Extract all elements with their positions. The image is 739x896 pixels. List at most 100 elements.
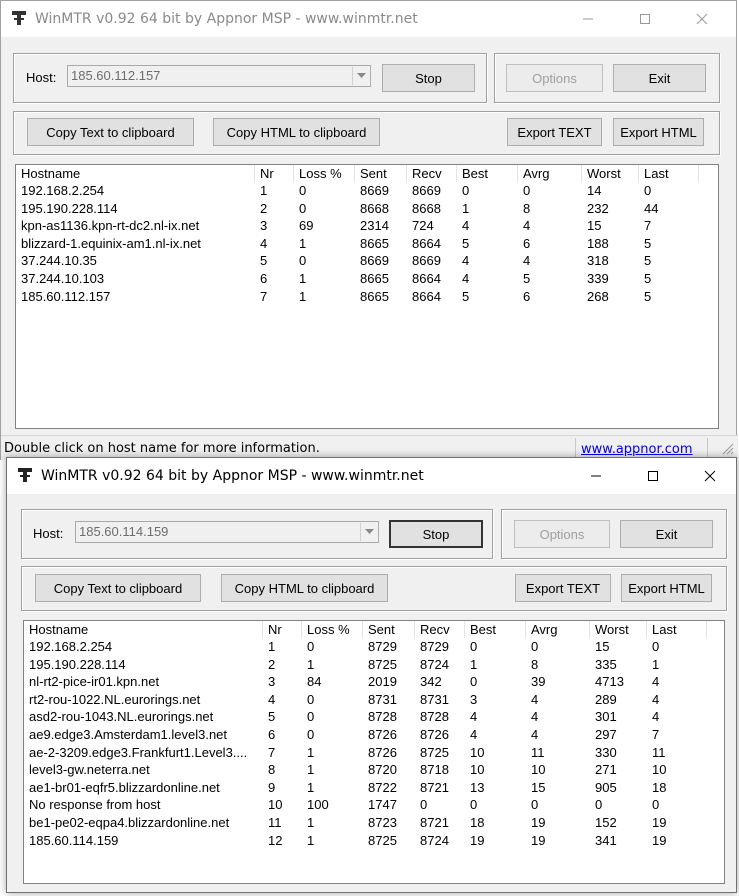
column-header-avrg[interactable]: Avrg (518, 165, 582, 182)
cell-nr: 5 (268, 709, 276, 725)
cell-hostname: 37.244.10.35 (21, 253, 97, 269)
cell-nr: 4 (260, 235, 268, 251)
column-header-nr[interactable]: Nr (255, 165, 294, 182)
table-row[interactable]: 192.168.2.254 1 0 8729 8729 0 0 15 0 (24, 638, 724, 656)
minimize-button[interactable] (565, 1, 611, 37)
cell-loss: 1 (299, 288, 307, 304)
exit-button[interactable]: Exit (620, 520, 713, 548)
cell-sent: 8728 (368, 709, 397, 725)
column-header-recv[interactable]: Recv (407, 165, 457, 182)
table-body: 192.168.2.254 1 0 8669 8669 0 0 14 0 195.190.228.… (16, 182, 718, 305)
cell-best: 4 (462, 270, 470, 286)
column-header-last[interactable]: Last (647, 621, 707, 638)
cell-best: 13 (470, 779, 485, 795)
cell-last: 5 (644, 288, 652, 304)
copy-text-button[interactable]: Copy Text to clipboard (27, 118, 194, 146)
table-row[interactable]: ae-2-3209.edge3.Frankfurt1.Level3.... 7 1 8… (24, 744, 724, 762)
cell-loss: 0 (299, 200, 307, 216)
column-header-sent[interactable]: Sent (363, 621, 415, 638)
column-header-best[interactable]: Best (457, 165, 518, 182)
host-input[interactable]: 185.60.114.159 (75, 521, 379, 543)
cell-hostname: 192.168.2.254 (21, 183, 105, 198)
column-header-loss[interactable]: Loss % (294, 165, 355, 182)
maximize-button[interactable] (622, 1, 668, 37)
table-row[interactable]: 192.168.2.254 1 0 8669 8669 0 0 14 0 (16, 182, 718, 200)
export-html-button[interactable]: Export HTML (621, 574, 712, 602)
table-row[interactable]: blizzard-1.equinix-am1.nl-ix.net 4 1 8665 86… (16, 235, 718, 253)
minimize-button[interactable] (573, 458, 619, 494)
column-header-worst[interactable]: Worst (582, 165, 639, 182)
title-bar[interactable]: WinMTR v0.92 64 bit by Appnor MSP - www.… (7, 458, 736, 494)
export-text-button[interactable]: Export TEXT (507, 118, 602, 146)
export-text-button[interactable]: Export TEXT (515, 574, 611, 602)
stop-button[interactable]: Stop (382, 64, 475, 92)
table-row[interactable]: ae9.edge3.Amsterdam1.level3.net 6 0 8726 872… (24, 726, 724, 744)
cell-recv: 8725 (420, 744, 449, 760)
stop-button[interactable]: Stop (389, 520, 483, 548)
exit-button[interactable]: Exit (613, 64, 706, 92)
table-row[interactable]: 37.244.10.35 5 0 8669 8669 4 4 318 5 (16, 252, 718, 270)
column-header-sent[interactable]: Sent (355, 165, 407, 182)
results-table[interactable]: Hostname Nr Loss % Sent Recv Best Avrg Worst Las… (23, 620, 725, 884)
cell-nr: 4 (268, 691, 276, 707)
column-header-recv[interactable]: Recv (415, 621, 465, 638)
resize-grip-icon[interactable] (720, 441, 734, 458)
table-row[interactable]: 195.190.228.114 2 0 8668 8668 1 8 232 44 (16, 200, 718, 218)
cell-worst: 188 (587, 235, 609, 251)
title-bar[interactable]: WinMTR v0.92 64 bit by Appnor MSP - www.… (1, 1, 736, 37)
cell-sent: 8665 (360, 235, 389, 251)
results-table[interactable]: Hostname Nr Loss % Sent Recv Best Avrg Worst Las… (15, 164, 719, 429)
table-row[interactable]: level3-gw.neterra.net 8 1 8720 8718 10 10 271 10 (24, 761, 724, 779)
host-value: 185.60.114.159 (79, 524, 169, 539)
copy-text-button[interactable]: Copy Text to clipboard (35, 574, 201, 602)
cell-last: 10 (652, 762, 667, 778)
cell-nr: 10 (268, 797, 283, 813)
host-input[interactable]: 185.60.112.157 (67, 65, 371, 87)
column-header-avrg[interactable]: Avrg (526, 621, 590, 638)
cell-last: 0 (652, 639, 660, 654)
chevron-down-icon[interactable] (360, 523, 377, 541)
cell-sent: 8723 (368, 814, 397, 830)
maximize-button[interactable] (630, 458, 676, 494)
table-row[interactable]: 185.60.112.157 7 1 8665 8664 5 6 268 5 (16, 288, 718, 306)
cell-recv: 8664 (412, 270, 441, 286)
copy-html-button[interactable]: Copy HTML to clipboard (213, 118, 380, 146)
cell-recv: 0 (420, 797, 428, 813)
table-row[interactable]: asd2-rou-1043.NL.eurorings.net 5 0 8728 8728… (24, 708, 724, 726)
table-row[interactable]: be1-pe02-eqpa4.blizzardonline.net 11 1 8723… (24, 814, 724, 832)
table-row[interactable]: rt2-rou-1022.NL.eurorings.net 4 0 8731 8731 3… (24, 691, 724, 709)
cell-sent: 2019 (368, 674, 397, 690)
table-row[interactable]: 185.60.114.159 12 1 8725 8724 19 19 341 19 (24, 832, 724, 850)
column-header-nr[interactable]: Nr (263, 621, 302, 638)
column-header-loss[interactable]: Loss % (302, 621, 363, 638)
cell-worst: 318 (587, 253, 609, 269)
column-header-worst[interactable]: Worst (590, 621, 647, 638)
cell-avrg: 4 (531, 691, 539, 707)
options-button[interactable]: Options (514, 520, 610, 548)
table-row[interactable]: nl-rt2-pice-ir01.kpn.net 3 84 2019 342 0 39 471… (24, 673, 724, 691)
cell-hostname: ae1-br01-eqfr5.blizzardonline.net (29, 779, 220, 795)
column-header-best[interactable]: Best (465, 621, 526, 638)
close-button[interactable] (687, 458, 733, 494)
cell-hostname: rt2-rou-1022.NL.eurorings.net (29, 691, 201, 707)
table-row[interactable]: 37.244.10.103 6 1 8665 8664 4 5 339 5 (16, 270, 718, 288)
export-html-button[interactable]: Export HTML (613, 118, 704, 146)
table-row[interactable]: 195.190.228.114 2 1 8725 8724 1 8 335 1 (24, 656, 724, 674)
chevron-down-icon[interactable] (352, 67, 369, 85)
cell-recv: 342 (420, 674, 442, 690)
column-header-hostname[interactable]: Hostname (16, 165, 255, 182)
cell-loss: 1 (307, 832, 315, 848)
column-header-last[interactable]: Last (639, 165, 699, 182)
cell-best: 4 (470, 726, 478, 742)
close-button[interactable] (679, 1, 725, 37)
copy-html-button[interactable]: Copy HTML to clipboard (221, 574, 388, 602)
column-header-hostname[interactable]: Hostname (24, 621, 263, 638)
table-row[interactable]: kpn-as1136.kpn-rt-dc2.nl-ix.net 3 69 2314 72… (16, 217, 718, 235)
appnor-link[interactable]: www.appnor.com (575, 438, 708, 459)
cell-nr: 6 (260, 270, 268, 286)
table-row[interactable]: ae1-br01-eqfr5.blizzardonline.net 9 1 8722 8… (24, 779, 724, 797)
cell-nr: 7 (260, 288, 268, 304)
maximize-icon (648, 471, 658, 481)
options-button[interactable]: Options (506, 64, 603, 92)
table-row[interactable]: No response from host 10 100 1747 0 0 0 0 0 (24, 796, 724, 814)
